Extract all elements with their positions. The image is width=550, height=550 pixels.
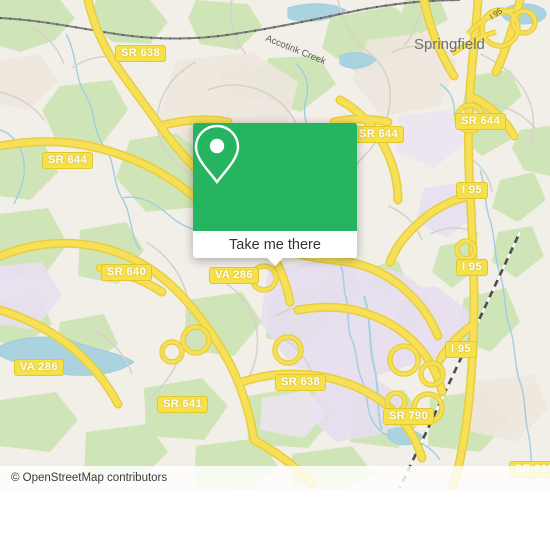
- road-shield-sr790[interactable]: SR 790: [383, 408, 435, 425]
- map-screenshot: Springfield Accotink Creek I 95 SR 638 S…: [0, 0, 550, 550]
- location-popup-card[interactable]: Take me there: [193, 123, 357, 266]
- road-shield-i95[interactable]: I 95: [456, 182, 488, 199]
- popup-pointer-tail: [266, 257, 284, 266]
- road-shield-sr638[interactable]: SR 638: [275, 374, 327, 391]
- take-me-there-button[interactable]: Take me there: [193, 231, 357, 258]
- road-shield-sr640[interactable]: SR 640: [101, 264, 153, 281]
- road-shield-va286[interactable]: VA 286: [209, 267, 259, 284]
- road-shield-sr641[interactable]: SR 641: [157, 396, 209, 413]
- road-shield-va286[interactable]: VA 286: [14, 359, 64, 376]
- road-shield-i95[interactable]: I 95: [456, 259, 488, 276]
- road-shield-sr644[interactable]: SR 644: [42, 152, 94, 169]
- map-canvas[interactable]: Springfield Accotink Creek I 95 SR 638 S…: [0, 0, 550, 490]
- footer-bar: VA-638, Springfield (WEST SPRINGFIELD), …: [0, 490, 550, 550]
- map-attribution[interactable]: © OpenStreetMap contributors: [0, 466, 550, 490]
- road-shield-sr644[interactable]: SR 644: [353, 126, 405, 143]
- popup-header: [193, 123, 357, 231]
- take-me-there-label: Take me there: [229, 236, 321, 253]
- place-label-springfield: Springfield: [414, 36, 485, 53]
- road-shield-sr644[interactable]: SR 644: [455, 113, 507, 130]
- road-shield-i95[interactable]: I 95: [445, 341, 477, 358]
- map-pin-icon: [194, 124, 240, 185]
- road-shield-sr638[interactable]: SR 638: [115, 45, 167, 62]
